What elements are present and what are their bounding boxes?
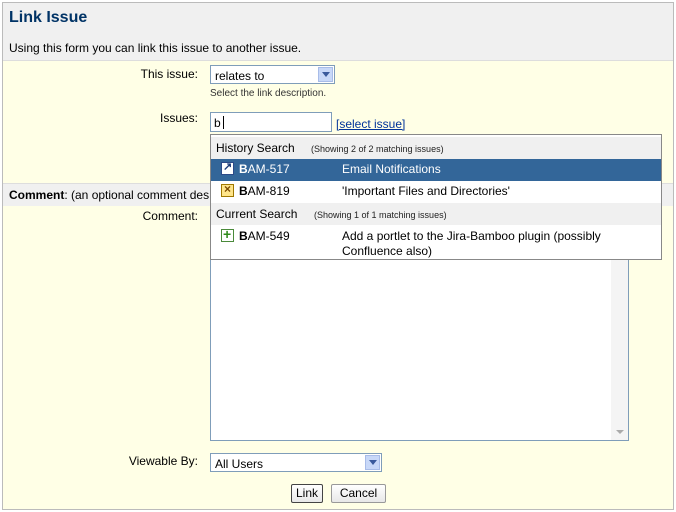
issue-key-rest: AM-819 [247, 184, 290, 198]
list-item[interactable]: BAM-549 Add a portlet to the Jira-Bamboo… [211, 226, 661, 258]
issues-input[interactable]: b [210, 112, 332, 132]
issue-autocomplete-popup: History Search (Showing 2 of 2 matching … [210, 134, 662, 260]
comment-label: Comment: [142, 209, 198, 223]
new-feature-icon [221, 226, 234, 242]
task-icon [221, 182, 234, 197]
list-item[interactable]: BAM-819 'Important Files and Directories… [211, 181, 661, 203]
chevron-down-icon[interactable] [365, 455, 380, 470]
link-type-value: relates to [215, 69, 265, 83]
title-bar: Link Issue [3, 3, 673, 36]
issue-summary: Add a portlet to the Jira-Bamboo plugin … [342, 229, 601, 258]
current-search-count: (Showing 1 of 1 matching issues) [314, 210, 447, 220]
issue-key-match: B [239, 184, 248, 198]
this-issue-label: This issue: [140, 67, 198, 81]
issue-summary: 'Important Files and Directories' [342, 184, 510, 198]
issue-key-match: B [239, 162, 248, 176]
text-cursor [223, 116, 224, 129]
issue-key-match: B [239, 229, 248, 243]
current-search-header: Current Search (Showing 1 of 1 matching … [211, 203, 661, 225]
issue-key: BAM-549 [239, 229, 290, 243]
comment-section-text: Comment: (an optional comment des [9, 188, 209, 202]
issue-key-rest: AM-517 [247, 162, 290, 176]
issue-summary: Email Notifications [342, 162, 441, 176]
viewable-by-label: Viewable By: [128, 454, 198, 468]
current-search-title: Current Search [216, 207, 298, 221]
cancel-button[interactable]: Cancel [331, 484, 386, 503]
list-item[interactable]: BAM-517 Email Notifications [211, 159, 661, 181]
select-issue-link[interactable]: [select issue] [336, 117, 405, 131]
issue-key: BAM-819 [239, 184, 290, 198]
description-bar: Using this form you can link this issue … [3, 36, 673, 61]
issue-key: BAM-517 [239, 162, 290, 176]
link-button[interactable]: Link [291, 484, 323, 503]
comment-section-bold: Comment [9, 188, 65, 202]
link-icon [221, 160, 234, 175]
issues-input-value: b [214, 116, 221, 130]
link-type-select[interactable]: relates to [210, 65, 335, 84]
history-search-title: History Search [216, 141, 295, 155]
viewable-by-value: All Users [215, 457, 264, 471]
history-search-header: History Search (Showing 2 of 2 matching … [211, 137, 661, 159]
link-issue-dialog: Link Issue Using this form you can link … [2, 2, 674, 510]
viewable-by-select[interactable]: All Users [210, 453, 382, 472]
issues-label: Issues: [159, 111, 198, 125]
scroll-down-icon[interactable] [611, 424, 628, 440]
history-search-count: (Showing 2 of 2 matching issues) [311, 144, 444, 154]
page-title: Link Issue [9, 9, 88, 26]
comment-section-rest: : (an optional comment des [64, 188, 210, 202]
chevron-down-icon[interactable] [318, 67, 333, 82]
page-description: Using this form you can link this issue … [9, 41, 302, 55]
link-type-hint: Select the link description. [210, 88, 327, 99]
issue-key-rest: AM-549 [247, 229, 290, 243]
